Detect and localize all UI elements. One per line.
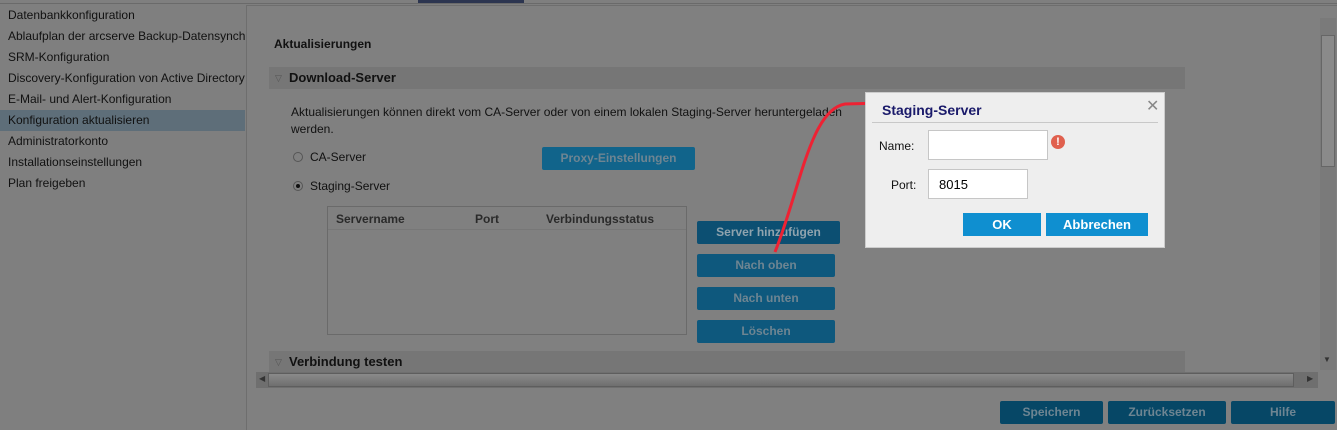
port-label: Port: xyxy=(891,178,917,192)
staging-server-dialog: Staging-Server ✕ Name: ! Port: OK Abbrec… xyxy=(865,92,1165,248)
name-input[interactable] xyxy=(928,130,1048,160)
cancel-button[interactable]: Abbrechen xyxy=(1046,213,1148,236)
close-icon[interactable]: ✕ xyxy=(1146,96,1159,116)
dialog-divider xyxy=(872,122,1158,123)
port-input[interactable] xyxy=(928,169,1028,199)
ok-button[interactable]: OK xyxy=(963,213,1041,236)
name-label: Name: xyxy=(879,139,915,153)
dialog-title: Staging-Server xyxy=(882,102,982,118)
exclamation-circle-icon: ! xyxy=(1051,135,1065,149)
